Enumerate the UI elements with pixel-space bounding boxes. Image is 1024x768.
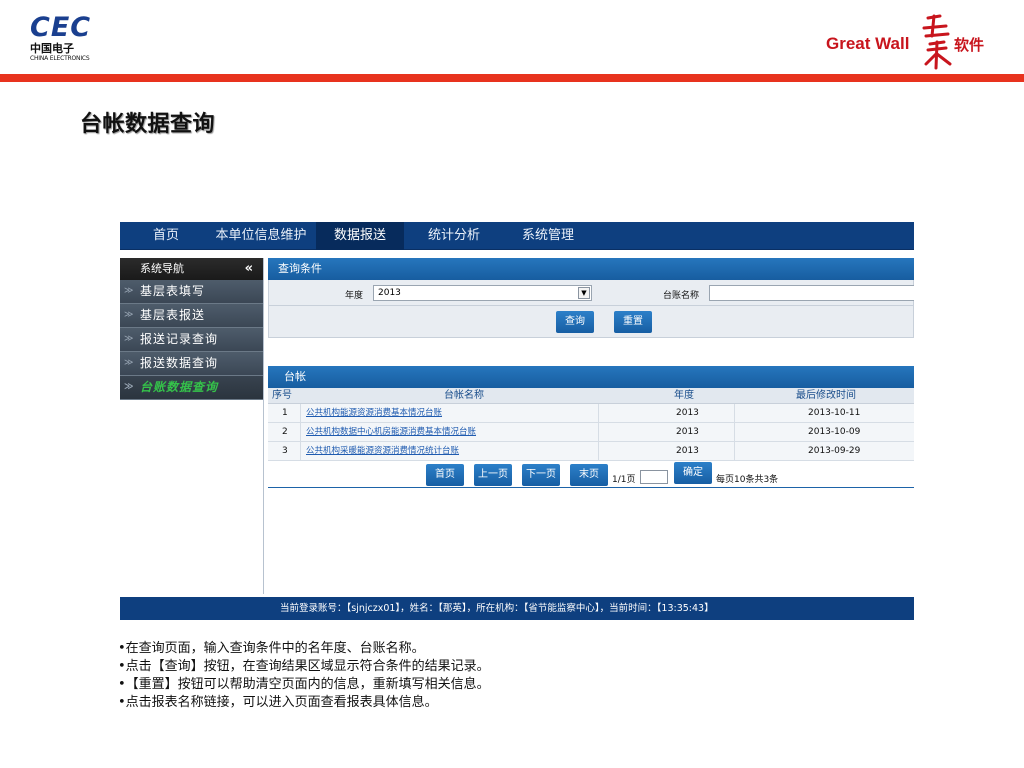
status-bar: 当前登录账号：【sjnjczx01】，姓名：【那英】，所在机构：【省节能监察中心… [120, 597, 914, 620]
app-window: 首页 本单位信息维护 数据报送 统计分析 系统管理 系统导航 « ≫ 基层表填写… [120, 222, 914, 620]
last-page-button[interactable]: 末页 [570, 464, 608, 486]
first-page-button[interactable]: 首页 [426, 464, 464, 486]
column-header-year: 年度 [674, 390, 694, 401]
column-header-name: 台帐名称 [444, 390, 484, 401]
row-year: 2013 [676, 408, 699, 418]
row-year: 2013 [676, 427, 699, 437]
query-row: 年度 2013 ▼ 台账名称 [269, 280, 914, 306]
column-header-modified: 最后修改时间 [796, 390, 856, 401]
column-divider [598, 404, 599, 461]
ledger-name-link[interactable]: 公共机构数据中心机房能源消费基本情况台账 [306, 423, 476, 442]
great-wall-logo: Great Wall 软件 [826, 14, 1006, 70]
ledger-panel: 台帐 序号 台帐名称 年度 最后修改时间 1 公共机构能源资源消费基本情况台账 … [268, 366, 914, 488]
great-wall-wordmark: Great Wall [826, 34, 910, 53]
nav-data-report[interactable]: 数据报送 [316, 222, 404, 250]
year-select-value: 2013 [378, 288, 401, 298]
table-row: 1 公共机构能源资源消费基本情况台账 2013 2013-10-11 [268, 404, 914, 423]
sidebar-arrow-icon: ≫ [124, 358, 135, 368]
top-navigation: 首页 本单位信息维护 数据报送 统计分析 系统管理 [120, 222, 914, 250]
instruction-note: •在查询页面，输入查询条件中的名年度、台账名称。 [118, 641, 425, 656]
page-info: 1/1页 [612, 475, 636, 485]
table-header: 序号 台帐名称 年度 最后修改时间 [268, 388, 914, 404]
cec-logo-english: CHINA ELECTRONICS [30, 55, 90, 62]
row-number: 2 [282, 427, 288, 437]
sidebar-header: 系统导航 « [120, 258, 263, 280]
query-panel: 年度 2013 ▼ 台账名称 查询 重置 [268, 280, 914, 338]
ledger-panel-header: 台帐 [268, 366, 914, 388]
sidebar-arrow-icon: ≫ [124, 382, 135, 392]
ledger-name-input[interactable] [709, 285, 914, 301]
table-row: 2 公共机构数据中心机房能源消费基本情况台账 2013 2013-10-09 [268, 423, 914, 442]
row-modified: 2013-10-09 [808, 427, 861, 437]
sidebar-arrow-icon: ≫ [124, 310, 135, 320]
slide: CEC 中国电子 CHINA ELECTRONICS Great Wall 软件… [0, 0, 1024, 768]
slide-title: 台帐数据查询 [80, 112, 216, 137]
nav-home[interactable]: 首页 [138, 222, 194, 250]
year-select[interactable]: 2013 ▼ [373, 285, 592, 301]
instruction-note: •点击报表名称链接，可以进入页面查看报表具体信息。 [118, 695, 438, 710]
nav-statistics[interactable]: 统计分析 [418, 222, 490, 250]
cec-logo-chinese: 中国电子 [30, 42, 74, 55]
sidebar-item-submission-records[interactable]: ≫ 报送记录查询 [120, 328, 263, 352]
collapse-sidebar-icon[interactable]: « [245, 258, 253, 280]
column-header-no: 序号 [272, 390, 292, 401]
header-red-bar [0, 74, 1024, 82]
sidebar-arrow-icon: ≫ [124, 334, 135, 344]
query-panel-header: 查询条件 [268, 258, 914, 280]
page-summary: 每页10条共3条 [716, 475, 779, 485]
sidebar: 系统导航 « ≫ 基层表填写 ≫ 基层表报送 ≫ 报送记录查询 ≫ 报送数据查询… [120, 258, 264, 594]
sidebar-arrow-icon: ≫ [124, 286, 135, 296]
sidebar-item-label: 台账数据查询 [140, 380, 219, 394]
row-modified: 2013-10-11 [808, 408, 861, 418]
search-button[interactable]: 查询 [556, 311, 594, 333]
sidebar-item-label: 报送记录查询 [140, 332, 219, 346]
column-divider [734, 404, 735, 461]
nav-system-admin[interactable]: 系统管理 [512, 222, 584, 250]
row-number: 3 [282, 446, 288, 456]
great-wall-software-text: 软件 [954, 36, 985, 54]
ledger-name-link[interactable]: 公共机构采暖能源资源消费情况统计台账 [306, 442, 459, 461]
prev-page-button[interactable]: 上一页 [474, 464, 512, 486]
confirm-page-button[interactable]: 确定 [674, 462, 712, 484]
row-number: 1 [282, 408, 288, 418]
table-row: 3 公共机构采暖能源资源消费情况统计台账 2013 2013-09-29 [268, 442, 914, 461]
chevron-down-icon[interactable]: ▼ [578, 287, 590, 299]
great-wall-calligraphy-icon [922, 14, 952, 70]
sidebar-title: 系统导航 [140, 262, 184, 275]
instruction-note: •【重置】按钮可以帮助清空页面内的信息，重新填写相关信息。 [118, 677, 490, 692]
sidebar-item-submit-form[interactable]: ≫ 基层表报送 [120, 304, 263, 328]
reset-button[interactable]: 重置 [614, 311, 652, 333]
instruction-note: •点击【查询】按钮，在查询结果区域显示符合条件的结果记录。 [118, 659, 490, 674]
sidebar-item-label: 基层表填写 [140, 284, 206, 298]
column-divider [300, 404, 301, 461]
year-label: 年度 [345, 291, 364, 301]
sidebar-item-fill-form[interactable]: ≫ 基层表填写 [120, 280, 263, 304]
sidebar-item-label: 报送数据查询 [140, 356, 219, 370]
sidebar-item-submitted-data[interactable]: ≫ 报送数据查询 [120, 352, 263, 376]
page-number-input[interactable] [640, 470, 668, 484]
instruction-notes: •在查询页面，输入查询条件中的名年度、台账名称。 •点击【查询】按钮，在查询结果… [118, 640, 918, 712]
cec-logo-mark: CEC [30, 12, 92, 43]
nav-unit-info[interactable]: 本单位信息维护 [212, 222, 310, 250]
row-modified: 2013-09-29 [808, 446, 861, 456]
cec-logo: CEC 中国电子 CHINA ELECTRONICS [30, 14, 110, 66]
sidebar-item-label: 基层表报送 [140, 308, 206, 322]
sidebar-item-ledger-query[interactable]: ≫ 台账数据查询 [120, 376, 263, 400]
ledger-name-link[interactable]: 公共机构能源资源消费基本情况台账 [306, 404, 442, 423]
row-year: 2013 [676, 446, 699, 456]
ledger-name-label: 台账名称 [663, 291, 700, 301]
next-page-button[interactable]: 下一页 [522, 464, 560, 486]
